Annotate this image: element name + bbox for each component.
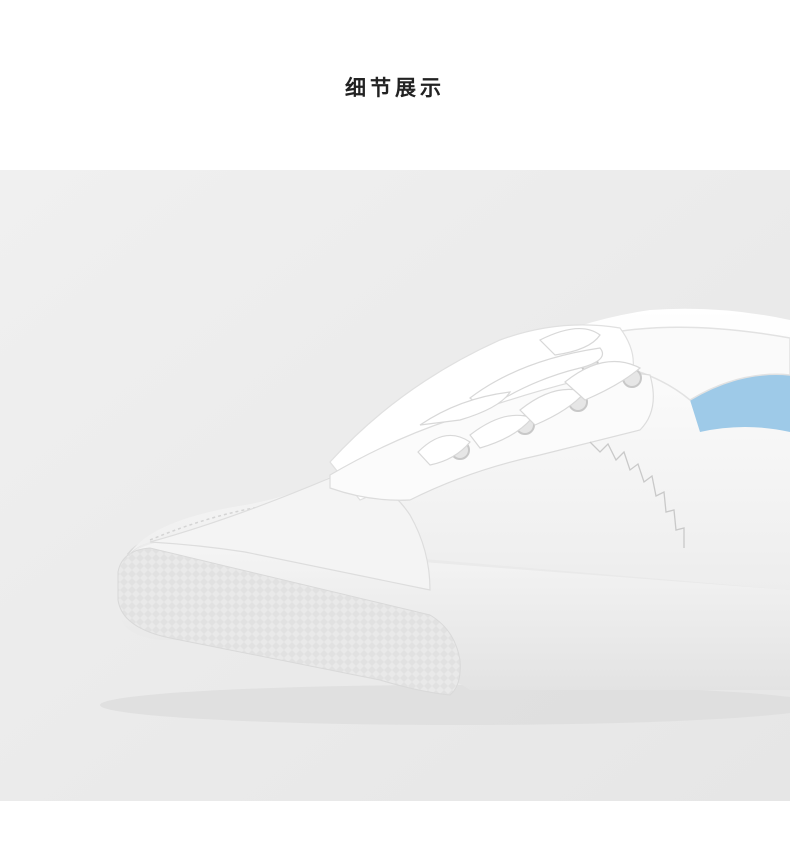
white-sneaker-illustration: [0, 170, 790, 801]
product-detail-photo: [0, 170, 790, 801]
section-title: 细节展示: [345, 76, 445, 100]
section-header: 细节展示: [0, 0, 790, 170]
footer-space: [0, 801, 790, 845]
